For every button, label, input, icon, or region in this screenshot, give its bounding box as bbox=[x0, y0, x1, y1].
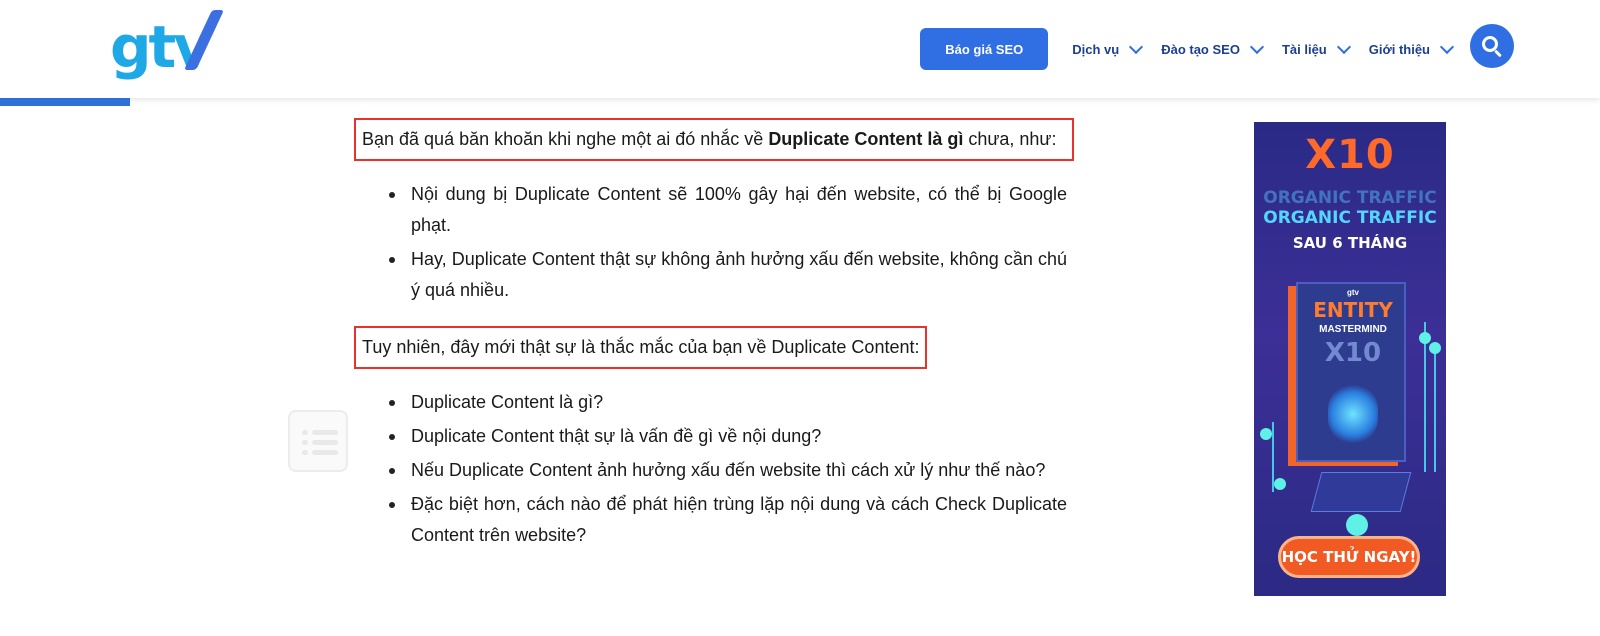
circuit-node bbox=[1429, 342, 1441, 354]
site-header: gtv Báo giá SEO Dịch vụ Đào tạo SEO Tài … bbox=[0, 0, 1600, 98]
question-highlight-box: Tuy nhiên, đây mới thật sự là thắc mắc c… bbox=[354, 326, 928, 369]
opinion-list: Nội dung bị Duplicate Content sẽ 100% gâ… bbox=[385, 179, 1067, 306]
search-icon-handle bbox=[1494, 49, 1502, 58]
list-icon-dot bbox=[302, 450, 308, 455]
main-nav: Báo giá SEO Dịch vụ Đào tạo SEO Tài liệu… bbox=[920, 28, 1455, 70]
intro-text: Bạn đã quá băn khoăn khi nghe một ai đó … bbox=[362, 129, 769, 149]
search-button[interactable] bbox=[1470, 24, 1514, 68]
list-icon-line bbox=[312, 440, 338, 445]
list-icon bbox=[302, 430, 308, 435]
circuit-node bbox=[1419, 332, 1431, 344]
chevron-down-icon bbox=[1336, 39, 1351, 54]
nav-item-label: Dịch vụ bbox=[1072, 41, 1120, 57]
question-list: Duplicate Content là gì? Duplicate Conte… bbox=[385, 387, 1067, 551]
ad-line-organic: ORGANIC TRAFFIC bbox=[1263, 208, 1437, 228]
list-item: Hay, Duplicate Content thật sự không ảnh… bbox=[385, 244, 1067, 306]
nav-item-documents[interactable]: Tài liệu bbox=[1281, 39, 1351, 57]
nav-item-label: Tài liệu bbox=[1281, 41, 1327, 57]
ad-ghost-line: ORGANIC TRAFFIC bbox=[1263, 188, 1437, 208]
circuit-line bbox=[1434, 352, 1436, 472]
list-icon-line bbox=[312, 430, 338, 435]
circuit-node bbox=[1274, 478, 1286, 490]
list-item: Duplicate Content thật sự là vấn đề gì v… bbox=[385, 421, 1067, 452]
list-item: Đặc biệt hơn, cách nào để phát hiện trùn… bbox=[385, 489, 1067, 551]
chevron-down-icon bbox=[1249, 39, 1265, 54]
try-now-button[interactable]: HỌC THỬ NGAY! bbox=[1278, 536, 1420, 578]
circuit-line bbox=[1424, 322, 1426, 472]
circuit-node bbox=[1260, 428, 1272, 440]
nav-item-services[interactable]: Dịch vụ bbox=[1072, 39, 1144, 57]
nav-item-label: Đào tạo SEO bbox=[1161, 41, 1240, 57]
gtv-logo[interactable]: gtv bbox=[110, 6, 230, 88]
list-item: Nội dung bị Duplicate Content sẽ 100% gâ… bbox=[385, 179, 1067, 241]
book-pedestal bbox=[1310, 472, 1412, 512]
chevron-down-icon bbox=[1439, 39, 1455, 54]
article-body: Bạn đã quá băn khoăn khi nghe một ai đó … bbox=[354, 118, 1074, 554]
intro-suffix: chưa, như: bbox=[963, 129, 1057, 149]
reading-progress-bar bbox=[0, 98, 130, 106]
course-book-cover: gtv ENTITY MASTERMIND X10 bbox=[1296, 282, 1406, 462]
book-subtitle: MASTERMIND bbox=[1319, 324, 1387, 335]
intro-bold-term: Duplicate Content là gì bbox=[768, 129, 964, 149]
nav-item-seo-training[interactable]: Đào tạo SEO bbox=[1161, 39, 1265, 57]
book-brand: gtv bbox=[1347, 288, 1359, 297]
glow-orb bbox=[1346, 514, 1368, 536]
seo-quote-button[interactable]: Báo giá SEO bbox=[920, 28, 1049, 70]
chevron-down-icon bbox=[1129, 39, 1144, 54]
book-title: ENTITY bbox=[1313, 298, 1393, 322]
intro-highlight-box: Bạn đã quá băn khoăn khi nghe một ai đó … bbox=[354, 118, 1074, 161]
nav-item-label: Giới thiệu bbox=[1368, 41, 1430, 57]
book-mark: X10 bbox=[1324, 338, 1382, 368]
nav-item-about[interactable]: Giới thiệu bbox=[1368, 39, 1455, 57]
ad-headline: X10 bbox=[1305, 132, 1395, 178]
list-icon-line bbox=[312, 450, 338, 455]
brain-glow-graphic bbox=[1328, 384, 1378, 444]
ad-line-months: SAU 6 THÁNG bbox=[1292, 234, 1408, 252]
question-text: Tuy nhiên, đây mới thật sự là thắc mắc c… bbox=[362, 337, 920, 357]
list-item: Nếu Duplicate Content ảnh hưởng xấu đến … bbox=[385, 455, 1067, 486]
sidebar-banner-ad[interactable]: X10 ORGANIC TRAFFIC ORGANIC TRAFFIC SAU … bbox=[1254, 122, 1446, 596]
table-of-contents-button[interactable] bbox=[288, 410, 348, 472]
list-item: Duplicate Content là gì? bbox=[385, 387, 1067, 418]
list-icon-dot bbox=[302, 440, 308, 445]
